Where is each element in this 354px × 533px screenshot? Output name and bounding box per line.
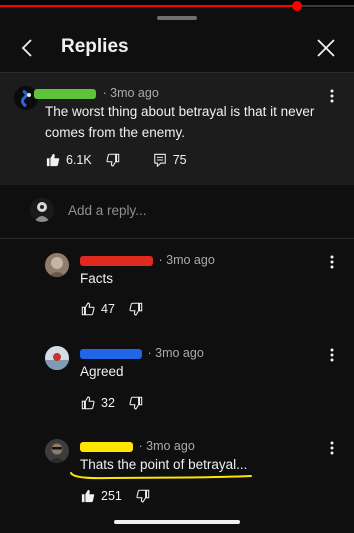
page-title: Replies [61, 36, 129, 57]
back-button[interactable] [12, 32, 44, 64]
comment-menu-button[interactable] [324, 344, 340, 366]
dislike-button[interactable] [136, 489, 150, 503]
replies-divider [0, 238, 354, 239]
like-button[interactable]: 251 [81, 489, 122, 503]
comment-icon [153, 153, 166, 167]
redacted-username [80, 441, 133, 452]
comment-time: 3mo ago [166, 253, 215, 267]
comment-meta: · 3mo ago [80, 253, 215, 267]
avatar[interactable] [45, 439, 69, 463]
comment-actions: 32 [81, 393, 143, 413]
replies-count: 75 [172, 153, 187, 167]
comment-meta: · 3mo ago [34, 86, 159, 100]
avatar[interactable] [45, 346, 69, 370]
comment-time: 3mo ago [146, 439, 195, 453]
comment-meta: · 3mo ago [80, 439, 195, 453]
like-button[interactable]: 47 [81, 302, 115, 316]
drag-handle[interactable] [157, 16, 197, 20]
more-vertical-icon [330, 441, 334, 455]
thumbs-down-icon [129, 302, 143, 316]
more-vertical-icon [330, 348, 334, 362]
home-indicator[interactable] [114, 520, 240, 524]
comment-text: Agreed [80, 364, 124, 379]
comment-text: Facts [80, 271, 114, 286]
reply-item: · 3mo ago Facts 47 [0, 242, 354, 332]
dislike-button[interactable] [106, 153, 120, 167]
avatar-image [45, 439, 69, 463]
close-button[interactable] [310, 32, 342, 64]
thumbs-down-icon [106, 153, 119, 167]
like-count: 32 [101, 396, 115, 410]
close-icon [317, 39, 335, 57]
comment-menu-button[interactable] [324, 251, 340, 273]
chevron-left-icon [21, 39, 32, 57]
add-reply-bar: Add a reply... [0, 186, 354, 238]
thumbs-up-icon [81, 302, 95, 316]
like-button[interactable]: 6.1K [46, 153, 92, 167]
video-progress-knob[interactable] [292, 1, 303, 11]
like-button[interactable]: 32 [81, 396, 115, 410]
dislike-button[interactable] [129, 396, 143, 410]
avatar-image [45, 346, 69, 370]
thumbs-up-icon [81, 489, 95, 503]
comment-text: The worst thing about betrayal is that i… [45, 104, 315, 140]
avatar-image [30, 198, 54, 222]
redacted-username [80, 348, 142, 359]
avatar[interactable] [45, 253, 69, 277]
dislike-button[interactable] [129, 302, 143, 316]
video-progress-fill [0, 5, 298, 7]
highlight-underline [70, 472, 252, 480]
comment-actions: 6.1K 75 [46, 150, 187, 170]
current-user-avatar [30, 198, 54, 222]
comment-actions: 251 [81, 486, 150, 506]
comment-menu-button[interactable] [324, 437, 340, 459]
parent-comment: · 3mo ago The worst thing about betrayal… [0, 73, 354, 185]
reply-item: · 3mo ago Agreed 32 [0, 335, 354, 425]
comment-time: 3mo ago [155, 346, 204, 360]
thumbs-up-icon [81, 396, 95, 410]
redacted-username [34, 88, 96, 99]
like-count: 6.1K [66, 153, 92, 167]
like-count: 251 [101, 489, 122, 503]
video-strip [0, 0, 354, 11]
replies-header: Replies [0, 26, 354, 70]
replies-count-button[interactable]: 75 [153, 153, 187, 167]
like-count: 47 [101, 302, 115, 316]
more-vertical-icon [330, 255, 334, 269]
comment-actions: 47 [81, 299, 143, 319]
add-reply-input[interactable]: Add a reply... [68, 203, 147, 218]
video-progress-bar[interactable] [0, 1, 354, 11]
avatar-image [45, 253, 69, 277]
thumbs-down-icon [129, 396, 143, 410]
comment-meta: · 3mo ago [80, 346, 204, 360]
comment-time: 3mo ago [110, 86, 159, 100]
thumbs-down-icon [136, 489, 150, 503]
redacted-username [80, 255, 153, 266]
thumbs-up-icon [46, 153, 60, 167]
